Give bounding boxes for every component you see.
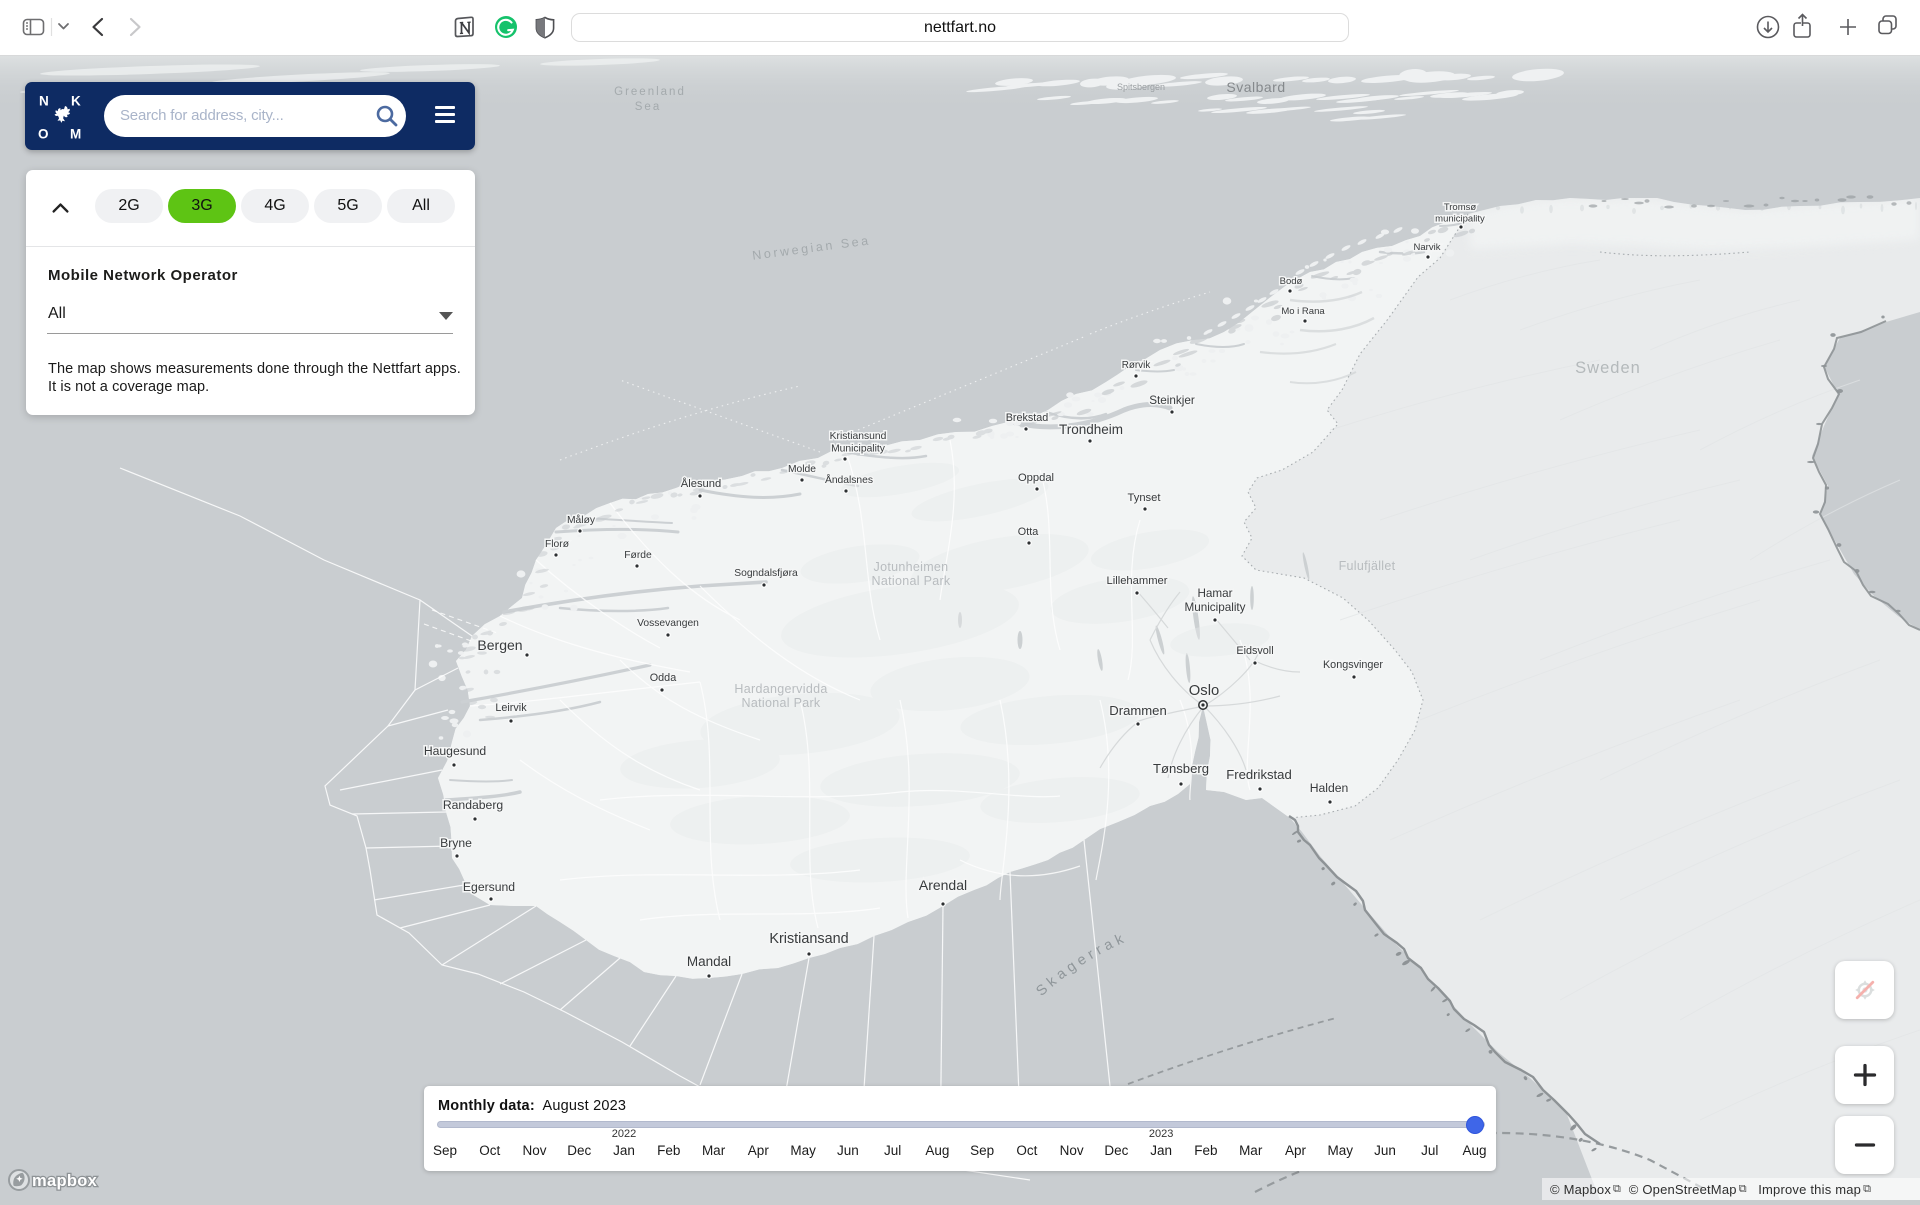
svg-text:Ålesund: Ålesund [681,477,721,490]
svg-text:Steinkjer: Steinkjer [1149,394,1195,407]
svg-text:Svalbard: Svalbard [1226,79,1285,95]
svg-text:O: O [38,127,49,141]
svg-text:Vossevangen: Vossevangen [637,618,699,629]
svg-text:Tønsberg: Tønsberg [1153,761,1209,776]
svg-text:Haugesund: Haugesund [424,744,486,758]
svg-text:Egersund: Egersund [463,880,515,894]
svg-text:National Park: National Park [872,574,951,588]
svg-text:Odda: Odda [650,672,676,684]
svg-text:Mo i Rana: Mo i Rana [1281,306,1325,317]
svg-text:N: N [39,94,49,109]
svg-text:Sweden: Sweden [1575,359,1641,377]
svg-text:Greenland: Greenland [614,86,686,98]
svg-text:Otta: Otta [1018,526,1038,538]
svg-text:Leirvik: Leirvik [495,702,527,714]
svg-text:Førde: Førde [624,550,652,561]
svg-text:municipality: municipality [1435,214,1485,225]
svg-text:Oppdal: Oppdal [1018,472,1054,484]
svg-text:Randaberg: Randaberg [443,798,503,812]
svg-text:Rørvik: Rørvik [1122,360,1151,371]
svg-text:mapbox: mapbox [32,1172,98,1190]
svg-text:Kristiansand: Kristiansand [769,931,848,947]
svg-text:Lillehammer: Lillehammer [1107,575,1168,587]
svg-text:Oslo: Oslo [1189,683,1219,699]
svg-text:Halden: Halden [1310,781,1349,795]
svg-text:Municipality: Municipality [1184,601,1245,614]
svg-text:Municipality: Municipality [831,444,886,455]
svg-text:Spitsbergen: Spitsbergen [1117,82,1165,92]
svg-text:National Park: National Park [742,696,821,710]
svg-text:Bergen: Bergen [477,637,522,653]
svg-text:Kongsvinger: Kongsvinger [1323,659,1383,671]
svg-text:Molde: Molde [788,464,816,475]
svg-text:Hamar: Hamar [1197,587,1232,600]
svg-text:Tromsø: Tromsø [1444,202,1477,213]
svg-text:Fredrikstad: Fredrikstad [1226,767,1292,782]
svg-text:Trondheim: Trondheim [1059,422,1123,437]
svg-text:Åndalsnes: Åndalsnes [825,473,873,486]
svg-text:Florø: Florø [545,539,570,550]
svg-text:Sogndalsfjøra: Sogndalsfjøra [734,568,798,579]
svg-text:Narvik: Narvik [1414,242,1441,253]
svg-text:M: M [70,127,81,141]
svg-text:Bodø: Bodø [1280,276,1303,287]
svg-text:Måløy: Måløy [567,514,596,526]
svg-text:Arendal: Arendal [919,877,967,893]
svg-text:Mandal: Mandal [687,954,731,969]
svg-text:Fulufjället: Fulufjället [1339,559,1396,573]
svg-text:Hardangervidda: Hardangervidda [734,682,827,696]
svg-text:Sea: Sea [635,101,661,113]
svg-text:Kristiansund: Kristiansund [830,431,887,442]
svg-text:Tynset: Tynset [1128,492,1162,504]
svg-text:Eidsvoll: Eidsvoll [1236,645,1273,657]
svg-text:K: K [71,94,81,109]
svg-text:Brekstad: Brekstad [1006,412,1049,424]
svg-text:Drammen: Drammen [1109,703,1166,718]
svg-text:Bryne: Bryne [440,836,472,850]
svg-text:Jotunheimen: Jotunheimen [874,560,949,574]
